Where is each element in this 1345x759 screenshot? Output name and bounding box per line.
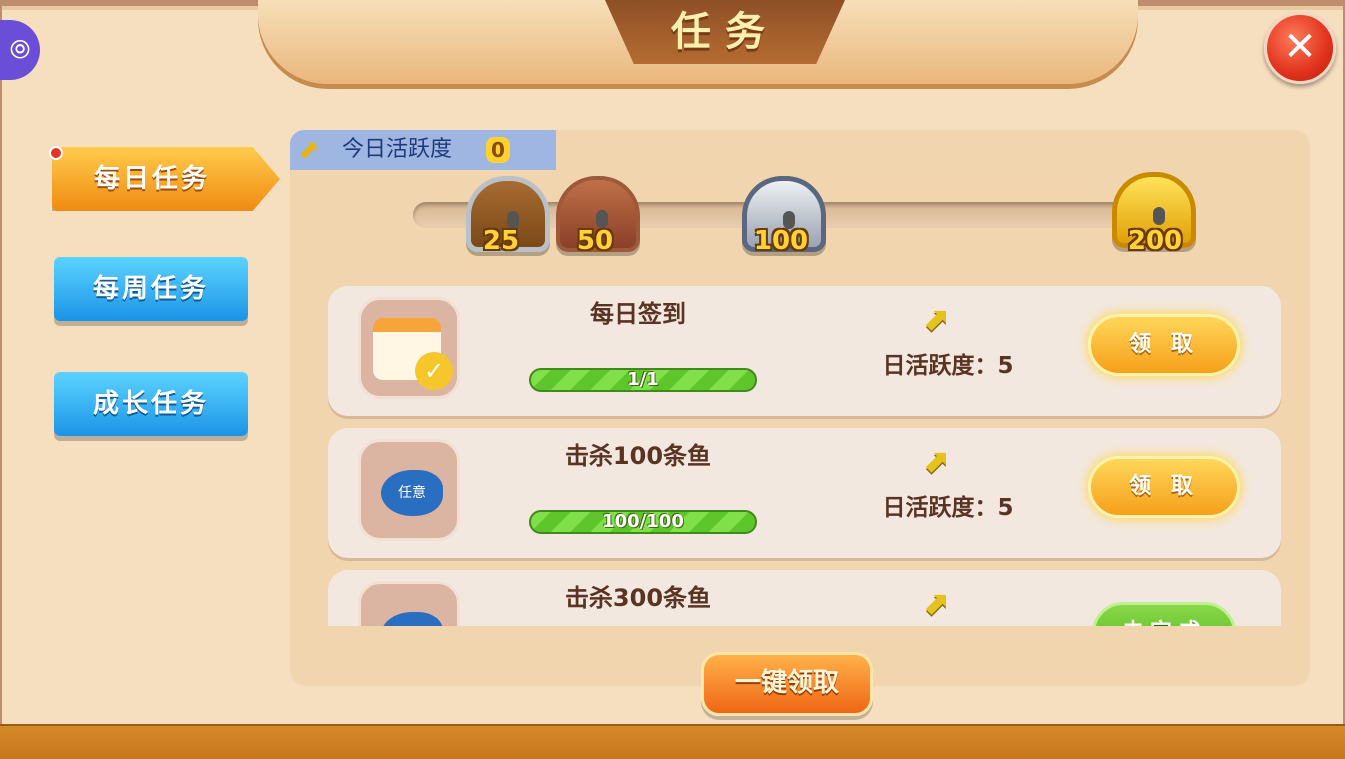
incomplete-button[interactable]: 未完成	[1092, 602, 1236, 626]
milestone-value: 100	[753, 226, 809, 256]
task-row: ✓ 每日签到 1/1 ⬈ 日活跃度：5 领 取	[328, 286, 1281, 416]
task-row: 任意 击杀300条鱼 ⬈ 未完成	[328, 570, 1281, 626]
task-progress-bar: 100/100	[529, 510, 757, 534]
claim-all-button[interactable]: 一键领取	[701, 652, 873, 716]
tab-weekly-tasks[interactable]: 每周任务	[54, 257, 248, 321]
task-reward: 日活跃度：5	[882, 495, 1014, 521]
fish-icon: 任意	[381, 470, 443, 516]
close-button[interactable]: ✕	[1264, 12, 1336, 84]
activity-arrow-icon: ⬈	[922, 300, 949, 338]
bottom-bar	[0, 724, 1345, 759]
activity-arrow-icon: ⬈	[922, 584, 949, 622]
claim-button[interactable]: 领 取	[1088, 456, 1240, 518]
task-icon-frame: 任意	[358, 581, 460, 626]
tab-growth-tasks[interactable]: 成长任务	[54, 372, 248, 436]
task-progress-bar: 1/1	[529, 368, 757, 392]
tab-daily-tasks[interactable]: 每日任务	[52, 147, 280, 211]
activity-label: 今日活跃度	[290, 130, 556, 170]
activity-arrow-icon: ⬈	[298, 135, 320, 165]
milestone-value: 50	[576, 226, 614, 256]
claim-button[interactable]: 领 取	[1088, 314, 1240, 376]
milestone-value: 25	[482, 226, 520, 256]
task-icon-frame: ✓	[358, 297, 460, 399]
activity-arrow-icon: ⬈	[922, 442, 949, 480]
task-reward: 日活跃度：5	[882, 353, 1014, 379]
check-icon: ✓	[415, 352, 453, 390]
close-icon: ✕	[1283, 24, 1317, 70]
page-title: 任务	[671, 9, 779, 55]
notification-dot	[49, 146, 63, 160]
milestone-value: 200	[1127, 226, 1183, 256]
task-row: 任意 击杀100条鱼 100/100 ⬈ 日活跃度：5 领 取	[328, 428, 1281, 558]
task-name: 每日签到	[590, 300, 686, 328]
activity-value: 0	[486, 137, 510, 163]
task-name: 击杀300条鱼	[564, 584, 712, 612]
task-icon-frame: 任意	[358, 439, 460, 541]
task-name: 击杀100条鱼	[564, 442, 712, 470]
fish-icon: 任意	[381, 612, 443, 626]
task-list[interactable]: ✓ 每日签到 1/1 ⬈ 日活跃度：5 领 取 任意 击杀100条鱼 100/1…	[328, 286, 1281, 626]
